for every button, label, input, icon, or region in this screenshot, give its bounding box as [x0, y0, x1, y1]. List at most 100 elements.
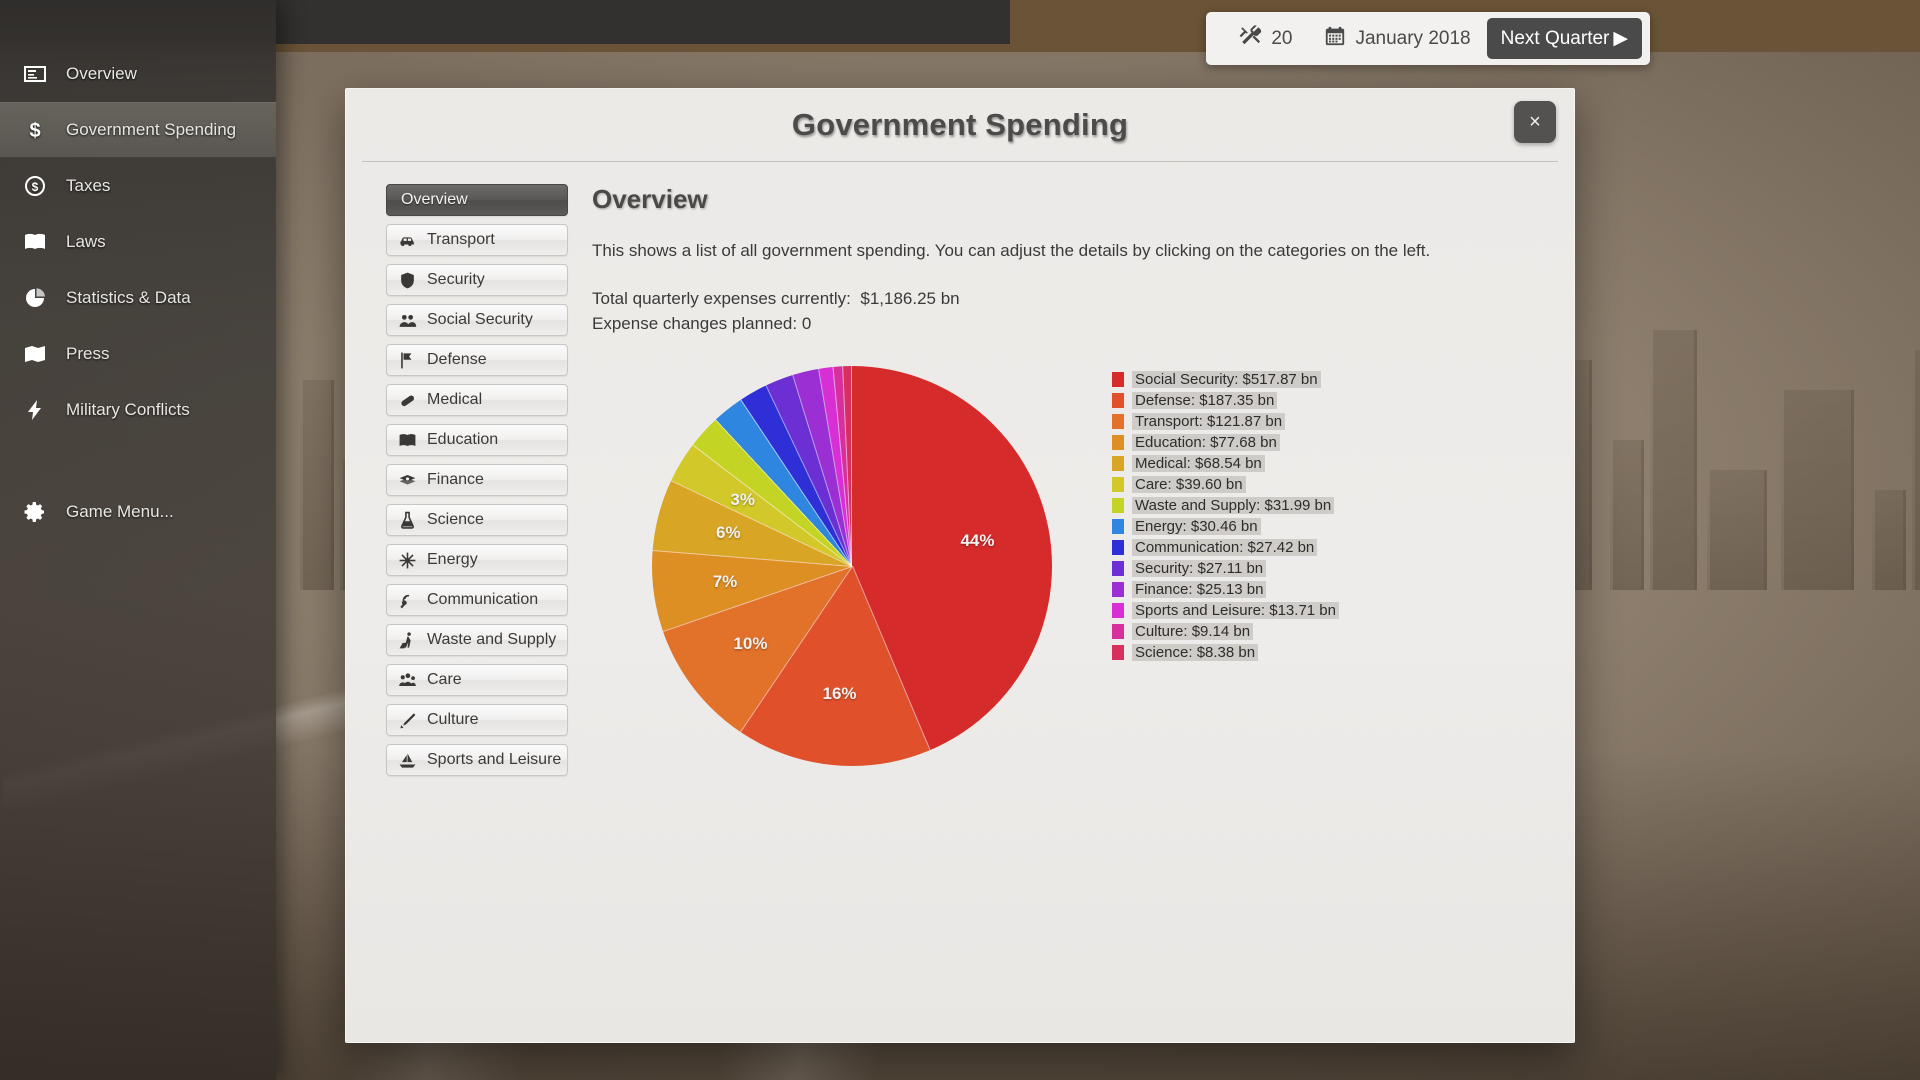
tab-label: Security	[427, 271, 485, 288]
legend-color-swatch	[1112, 414, 1124, 430]
sidebar-item-press[interactable]: Press	[0, 326, 276, 382]
coin-icon: $	[22, 173, 48, 199]
tab-label: Medical	[427, 391, 483, 408]
flask-icon	[397, 510, 417, 530]
tab-transport[interactable]: Transport	[386, 224, 568, 256]
tab-sports-and-leisure[interactable]: Sports and Leisure	[386, 744, 568, 776]
legend-label: Care:	[1135, 476, 1176, 494]
sidebar-item-overview[interactable]: Overview	[0, 46, 276, 102]
legend-label-value: Energy: $30.46 bn	[1132, 518, 1261, 536]
legend-item: Science: $8.38 bn	[1112, 642, 1339, 663]
sidebar-item-label: Military Conflicts	[66, 400, 190, 419]
legend-label-value: Waste and Supply: $31.99 bn	[1132, 497, 1335, 515]
tab-social-security[interactable]: Social Security	[386, 304, 568, 336]
legend-color-swatch	[1112, 372, 1124, 388]
svg-text:$: $	[32, 180, 39, 194]
worker-icon	[397, 630, 417, 650]
tab-energy[interactable]: Energy	[386, 544, 568, 576]
tab-label: Overview	[401, 191, 468, 208]
legend-label-value: Transport: $121.87 bn	[1132, 413, 1286, 431]
piechart-icon	[22, 285, 48, 311]
overview-icon	[22, 61, 48, 87]
tab-education[interactable]: Education	[386, 424, 568, 456]
money-icon	[397, 470, 417, 490]
legend-item: Waste and Supply: $31.99 bn	[1112, 495, 1339, 516]
dialog-title: Government Spending	[791, 107, 1129, 142]
legend-label: Security:	[1135, 560, 1198, 578]
legend-value: $77.68 bn	[1210, 434, 1277, 452]
section-description: This shows a list of all government spen…	[592, 241, 1431, 260]
dollar-icon: $	[22, 117, 48, 143]
government-spending-dialog: Government Spending × Overview Transport S…	[345, 88, 1575, 1043]
legend-item: Care: $39.60 bn	[1112, 474, 1339, 495]
svg-text:$: $	[29, 120, 40, 142]
top-hud-bar: 20 January 2018 Next Quarter ▶	[1206, 12, 1650, 65]
legend-color-swatch	[1112, 393, 1124, 409]
legend-value: $30.46 bn	[1190, 518, 1258, 536]
total-expenses-label: Total quarterly expenses currently:	[592, 289, 851, 308]
next-quarter-label: Next Quarter	[1500, 27, 1610, 49]
legend-value: $517.87 bn	[1242, 371, 1318, 389]
legend-label: Energy:	[1135, 518, 1191, 536]
close-icon[interactable]: ×	[1514, 101, 1556, 143]
tab-care[interactable]: Care	[386, 664, 568, 696]
legend-value: $39.60 bn	[1175, 476, 1243, 494]
energy-icon	[397, 550, 417, 570]
tab-culture[interactable]: Culture	[386, 704, 568, 736]
tab-label: Social Security	[427, 311, 533, 328]
legend-item: Security: $27.11 bn	[1112, 558, 1339, 579]
legend-item: Defense: $187.35 bn	[1112, 390, 1339, 411]
tools-value: 20	[1271, 27, 1293, 49]
legend-color-swatch	[1112, 540, 1124, 556]
tab-overview[interactable]: Overview	[386, 184, 568, 216]
sidebar-item-label: Laws	[66, 232, 106, 251]
sidebar-item-military-conflicts[interactable]: Military Conflicts	[0, 382, 276, 438]
sidebar-item-laws[interactable]: Laws	[0, 214, 276, 270]
book-icon	[397, 430, 417, 450]
legend-label: Transport:	[1135, 413, 1207, 431]
legend-label-value: Medical: $68.54 bn	[1132, 455, 1265, 473]
tab-science[interactable]: Science	[386, 504, 568, 536]
legend-item: Energy: $30.46 bn	[1112, 516, 1339, 537]
tab-finance[interactable]: Finance	[386, 464, 568, 496]
legend-color-swatch	[1112, 498, 1124, 514]
legend-value: $8.38 bn	[1196, 644, 1256, 662]
legend-item: Finance: $25.13 bn	[1112, 579, 1339, 600]
legend-label: Social Security:	[1135, 371, 1243, 389]
legend-value: $27.42 bn	[1247, 539, 1315, 557]
sidebar-item-taxes[interactable]: $ Taxes	[0, 158, 276, 214]
legend-label: Finance:	[1135, 581, 1197, 599]
sidebar-item-game-menu[interactable]: Game Menu...	[0, 484, 276, 540]
pill-icon	[397, 390, 417, 410]
expense-changes-value: 0	[801, 313, 812, 333]
stats-block: Total quarterly expenses currently: $1,1…	[592, 287, 1548, 336]
sidebar-nav-list: Overview $ Government Spending $ Taxes Laws St…	[0, 46, 276, 438]
sidebar-item-statistics-data[interactable]: Statistics & Data	[0, 270, 276, 326]
tab-label: Culture	[427, 711, 479, 728]
legend-item: Culture: $9.14 bn	[1112, 621, 1339, 642]
expense-changes-label: Expense changes planned:	[592, 313, 798, 333]
tab-communication[interactable]: Communication	[386, 584, 568, 616]
tab-label: Energy	[427, 551, 478, 568]
tab-security[interactable]: Security	[386, 264, 568, 296]
tools-counter[interactable]: 20	[1222, 24, 1308, 54]
legend-color-swatch	[1112, 561, 1124, 577]
tools-icon	[1238, 24, 1262, 54]
next-quarter-button[interactable]: Next Quarter ▶	[1486, 18, 1642, 59]
tab-label: Education	[427, 431, 499, 448]
tab-waste-and-supply[interactable]: Waste and Supply	[386, 624, 568, 656]
family-icon	[397, 670, 417, 690]
tab-defense[interactable]: Defense	[386, 344, 568, 376]
sidebar-item-label: Game Menu...	[66, 502, 174, 521]
legend-label-value: Care: $39.60 bn	[1132, 476, 1246, 494]
tab-medical[interactable]: Medical	[386, 384, 568, 416]
sidebar: Overview $ Government Spending $ Taxes Laws St…	[0, 0, 276, 1080]
date-display[interactable]: January 2018	[1308, 25, 1486, 53]
legend-color-swatch	[1112, 519, 1124, 535]
newspaper-icon	[22, 341, 48, 367]
sidebar-item-government-spending[interactable]: $ Government Spending	[0, 102, 276, 158]
book-icon	[22, 229, 48, 255]
chart-area: 44% 16% 10% 7% 6% 3% Social Security: $517.87…	[592, 366, 1548, 786]
tab-label: Transport	[427, 231, 495, 248]
legend-value: $187.35 bn	[1199, 392, 1275, 410]
